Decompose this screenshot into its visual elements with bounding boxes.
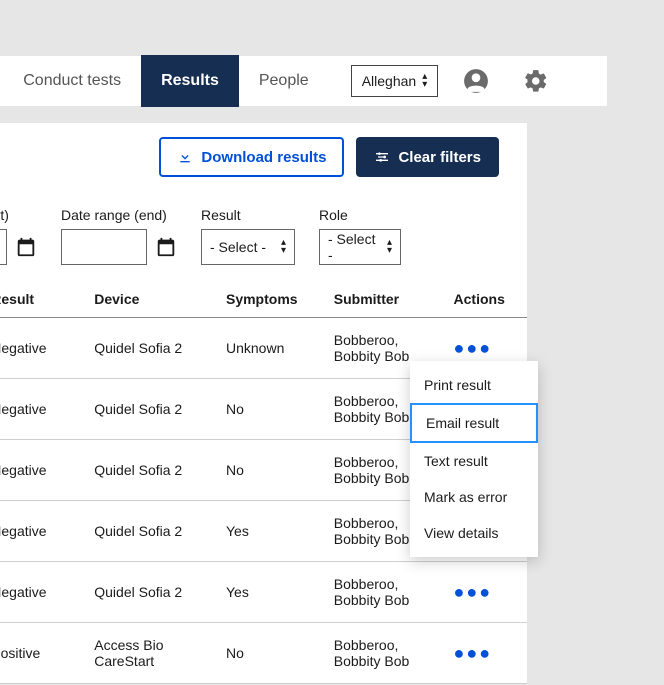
cell-device: Quidel Sofia 2 [86,562,218,623]
cell-symptoms: Yes [218,562,326,623]
cell-device: Quidel Sofia 2 [86,318,218,379]
clear-filters-button[interactable]: Clear filters [356,137,499,177]
menu-view-details[interactable]: View details [410,515,538,551]
cell-device: Quidel Sofia 2 [86,379,218,440]
filter-label: e range (start) [0,207,37,223]
select-value: - Select - [210,239,266,255]
updown-icon: ▴▾ [387,239,392,255]
cell-submitter: Bobberoo, Bobbity Bob [326,562,446,623]
tab-label: Conduct tests [23,72,121,90]
gear-icon [523,68,549,94]
facility-label: Alleghan [362,73,417,89]
updown-icon: ▴▾ [281,239,286,255]
button-row: Download results Clear filters [159,137,499,177]
date-end-input[interactable] [61,229,147,265]
filter-row: e range (start) Date range (end) Result … [0,185,527,281]
cell-submitter: Bobberoo, Bobbity Bob [326,623,446,684]
col-device: Device [86,281,218,318]
button-label: Download results [201,149,326,166]
menu-print-result[interactable]: Print result [410,367,538,403]
menu-text-result[interactable]: Text result [410,443,538,479]
col-symptoms: Symptoms [218,281,326,318]
menu-email-result[interactable]: Email result [410,403,538,443]
cell-result: Negative [0,562,86,623]
actions-menu: Print result Email result Text result Ma… [410,361,538,557]
col-submitter: Submitter [326,281,446,318]
table-row: NegativeQuidel Sofia 2YesBobberoo, Bobbi… [0,562,527,623]
settings-button[interactable] [514,59,558,103]
cell-symptoms: No [218,440,326,501]
cell-symptoms: Yes [218,501,326,562]
table-row: PositiveAccess Bio CareStartNoBobberoo, … [0,623,527,684]
row-actions-button[interactable]: ●●● [454,338,493,358]
cell-result: Negative [0,318,86,379]
cell-result: Negative [0,501,86,562]
tab-label: Results [161,72,219,90]
filter-icon [374,149,390,165]
calendar-icon[interactable] [15,236,37,258]
user-icon [463,68,489,94]
cell-symptoms: No [218,623,326,684]
cell-device: Quidel Sofia 2 [86,440,218,501]
top-tabbar: rd Conduct tests Results People Alleghan… [0,55,608,107]
download-icon [177,149,193,165]
filter-label: Result [201,207,295,223]
select-value: - Select - [328,231,377,263]
tab-results[interactable]: Results [141,55,239,107]
updown-icon: ▴▾ [422,73,427,89]
cell-result: Negative [0,440,86,501]
filter-label: Role [319,207,401,223]
facility-select[interactable]: Alleghan ▴▾ [351,65,439,97]
col-actions: Actions [446,281,527,318]
cell-symptoms: Unknown [218,318,326,379]
cell-result: Negative [0,379,86,440]
cell-result: Positive [0,623,86,684]
tab-label: People [259,72,309,90]
results-card: 25 Download results Clear filters e rang… [0,122,528,685]
col-result: Result [0,281,86,318]
filter-result: Result - Select - ▴▾ [201,207,295,265]
menu-mark-as-error[interactable]: Mark as error [410,479,538,515]
filter-date-end: Date range (end) [61,207,177,265]
download-results-button[interactable]: Download results [159,137,344,177]
result-select[interactable]: - Select - ▴▾ [201,229,295,265]
filter-role: Role - Select - ▴▾ [319,207,401,265]
filter-date-start: e range (start) [0,207,37,265]
calendar-icon[interactable] [155,236,177,258]
user-button[interactable] [454,59,498,103]
card-header: 25 Download results Clear filters [0,137,527,185]
row-actions-button[interactable]: ●●● [454,582,493,602]
filter-label: Date range (end) [61,207,177,223]
row-actions-button[interactable]: ●●● [454,643,493,663]
role-select[interactable]: - Select - ▴▾ [319,229,401,265]
button-label: Clear filters [398,149,481,166]
tab-conduct-tests[interactable]: Conduct tests [3,55,141,107]
date-start-input[interactable] [0,229,7,265]
cell-symptoms: No [218,379,326,440]
cell-device: Quidel Sofia 2 [86,501,218,562]
cell-device: Access Bio CareStart [86,623,218,684]
tab-people[interactable]: People [239,55,329,107]
